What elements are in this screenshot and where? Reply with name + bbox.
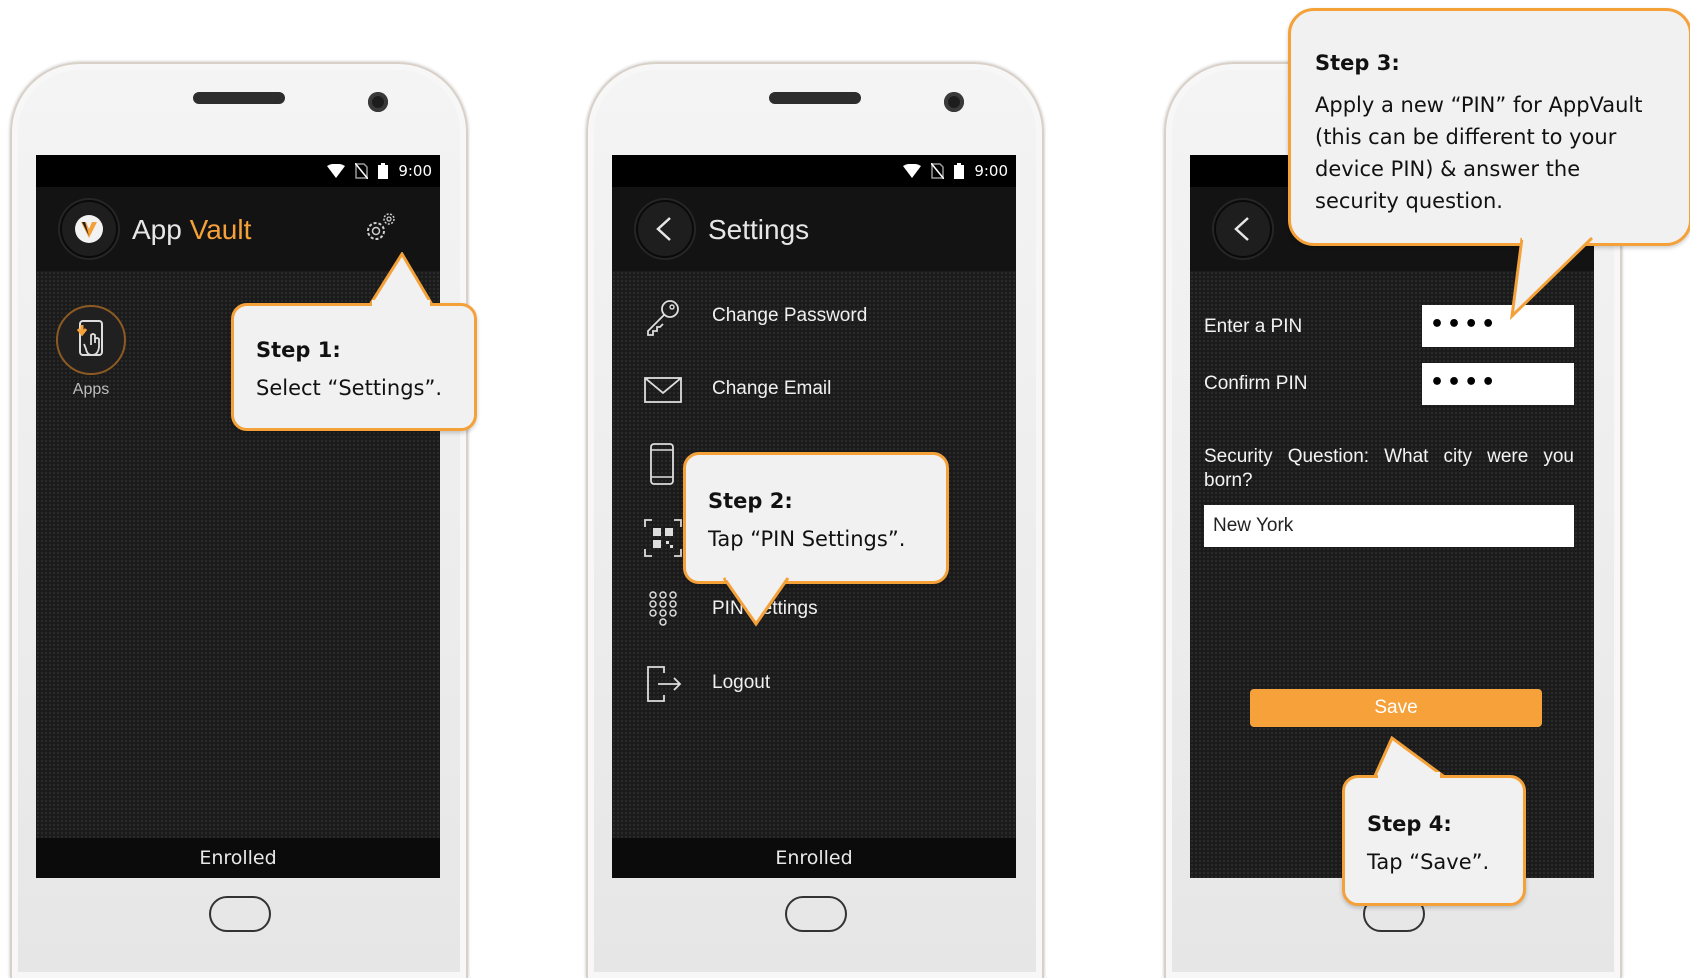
callout-step3: Step 3: Apply a new “PIN” for AppVault (… xyxy=(1288,8,1690,246)
app-title-part1: App xyxy=(132,214,182,245)
key-icon xyxy=(647,300,679,336)
step1-text: Select “Settings”. xyxy=(256,376,443,400)
menu-item-logout[interactable]: Logout xyxy=(612,653,1016,713)
settings-header: Settings xyxy=(612,187,1016,271)
callout-pointer-join xyxy=(372,300,430,308)
chevron-left-icon xyxy=(656,217,671,241)
step3-title: Step 3: xyxy=(1315,51,1400,75)
status-bar: 9:00 xyxy=(612,155,1016,187)
callout-step1: Step 1: Select “Settings”. xyxy=(231,303,477,431)
enter-pin-label: Enter a PIN xyxy=(1204,316,1303,337)
home-button[interactable] xyxy=(785,896,847,932)
appvault-logo-icon xyxy=(75,215,103,243)
qr-scan-icon xyxy=(644,519,682,557)
speaker-grille xyxy=(769,92,861,104)
logout-icon xyxy=(647,666,682,702)
callout-pointer-join xyxy=(1522,232,1580,240)
step3-line3: device PIN) & answer the xyxy=(1315,157,1581,181)
step2-text: Tap “PIN Settings”. xyxy=(708,527,906,551)
menu-item-change-password[interactable]: Change Password xyxy=(612,286,1016,346)
security-question-label: Security Question: What city were you bo… xyxy=(1204,446,1574,491)
callout-pointer-join xyxy=(726,572,784,580)
callout-step4: Step 4: Tap “Save”. xyxy=(1342,775,1526,906)
front-camera xyxy=(944,92,964,112)
menu-label: Logout xyxy=(712,672,771,693)
save-button[interactable]: Save xyxy=(1250,689,1542,727)
step2-title: Step 2: xyxy=(708,489,793,513)
step3-line4: security question. xyxy=(1315,189,1503,213)
status-bar: 9:00 xyxy=(36,155,440,187)
home-button[interactable] xyxy=(209,896,271,932)
battery-icon xyxy=(954,163,965,179)
phone-device-icon xyxy=(650,443,674,485)
step3-line1: Apply a new “PIN” for AppVault xyxy=(1315,93,1643,117)
apps-label: Apps xyxy=(72,381,110,398)
no-sim-icon xyxy=(355,163,369,179)
app-title-part2: Vault xyxy=(189,214,252,245)
keypad-icon xyxy=(649,591,677,626)
apps-launcher-button[interactable] xyxy=(56,305,126,375)
callout-pointer-step2 xyxy=(722,577,790,627)
wifi-icon xyxy=(903,164,922,178)
app-title: App Vault xyxy=(132,214,251,246)
no-sim-icon xyxy=(931,163,945,179)
appvault-logo xyxy=(60,200,118,258)
security-answer-input[interactable]: New York xyxy=(1204,505,1574,547)
back-button[interactable] xyxy=(1214,200,1272,258)
menu-item-change-email[interactable]: Change Email xyxy=(612,359,1016,419)
callout-step2: Step 2: Tap “PIN Settings”. xyxy=(683,452,949,584)
wifi-icon xyxy=(327,164,346,178)
confirm-pin-input[interactable]: •••• xyxy=(1422,363,1574,405)
menu-item-pin-settings[interactable]: PIN Settings xyxy=(612,579,1016,639)
front-camera xyxy=(368,92,388,112)
status-time: 9:00 xyxy=(398,162,432,180)
status-time: 9:00 xyxy=(974,162,1008,180)
confirm-pin-label: Confirm PIN xyxy=(1204,373,1308,394)
menu-label: Change Email xyxy=(712,378,832,399)
step4-title: Step 4: xyxy=(1367,812,1452,836)
page-title: Settings xyxy=(708,214,810,245)
settings-gear-icon[interactable] xyxy=(362,209,398,245)
speaker-grille xyxy=(193,92,285,104)
battery-icon xyxy=(378,163,389,179)
callout-pointer-join xyxy=(1378,772,1440,780)
enrolled-footer: Enrolled xyxy=(612,838,1016,878)
step3-line2: (this can be different to your xyxy=(1315,125,1617,149)
phone-frame-1: 9:00 App Vault Apps Enrolled xyxy=(10,62,468,978)
callout-pointer-step3 xyxy=(1509,236,1594,320)
menu-label: Change Password xyxy=(712,305,868,326)
apps-download-icon xyxy=(76,320,103,356)
step4-text: Tap “Save”. xyxy=(1367,850,1490,874)
enrolled-footer: Enrolled xyxy=(36,838,440,878)
chevron-left-icon xyxy=(1234,217,1249,241)
envelope-icon xyxy=(644,377,682,403)
step1-title: Step 1: xyxy=(256,338,341,362)
back-button[interactable] xyxy=(636,200,694,258)
